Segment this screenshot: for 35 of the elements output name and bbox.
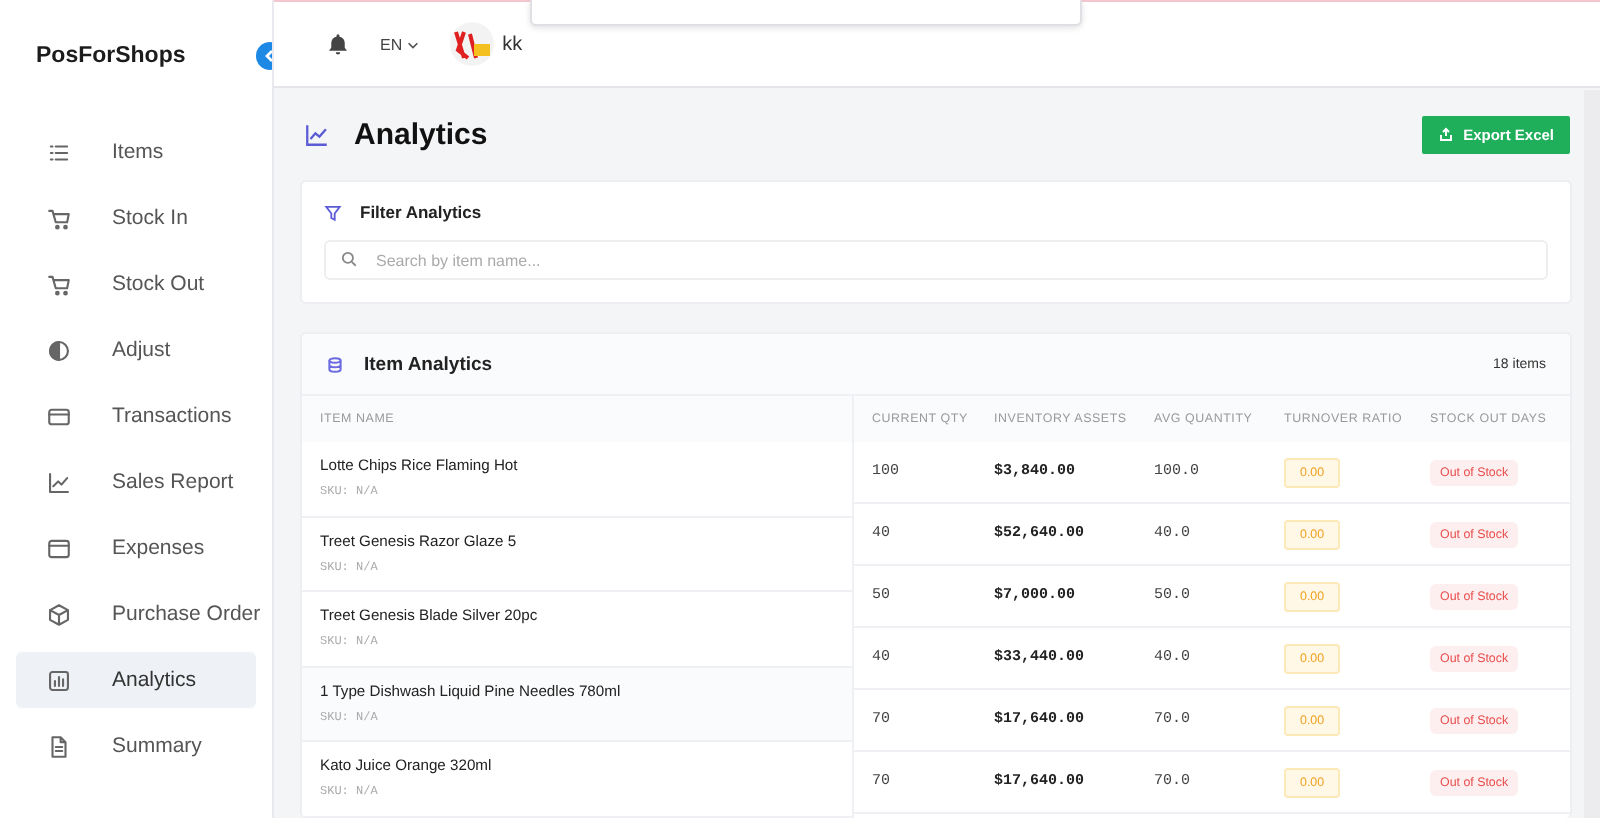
cube-icon [46, 601, 72, 627]
sidebar-item[interactable]: Items [16, 124, 256, 180]
sidebar-item[interactable]: Purchase Order [16, 586, 256, 642]
sidebar-item[interactable]: Analytics [16, 652, 256, 708]
bell-icon[interactable] [326, 32, 350, 56]
sidebar-item[interactable]: Expenses [16, 520, 256, 576]
half-circle-icon [46, 337, 72, 363]
language-selector[interactable]: EN [370, 29, 431, 59]
table-title: Item Analytics [364, 353, 493, 375]
list-icon [46, 139, 72, 165]
sidebar-item[interactable]: Adjust [16, 322, 256, 378]
database-icon [326, 355, 344, 373]
brand-name: PosForShops [36, 44, 186, 72]
filter-icon [324, 203, 342, 221]
sidebar-item[interactable]: Stock In [16, 190, 256, 246]
cart-icon [46, 271, 72, 297]
bar-chart-icon [46, 667, 72, 693]
avatar[interactable] [450, 22, 495, 66]
card-icon [46, 403, 72, 429]
sidebar-item[interactable]: Sales Report [16, 454, 256, 510]
chart-icon [304, 121, 330, 147]
filter-title: Filter Analytics [360, 202, 482, 222]
sidebar-item[interactable]: Summary [16, 718, 256, 774]
search-icon [340, 250, 358, 268]
wallet-icon [46, 535, 72, 561]
search-field[interactable]: Search by item name... [324, 240, 1548, 280]
chevron-down-icon [406, 37, 421, 51]
document-icon [46, 733, 72, 759]
sidebar-item[interactable]: Stock Out [16, 256, 256, 312]
sidebar-item[interactable]: Transactions [16, 388, 256, 444]
user-name: kk [502, 33, 523, 55]
upload-icon [1437, 126, 1454, 142]
line-chart-icon [46, 469, 72, 495]
page-title: Analytics [354, 117, 488, 151]
cart-icon [46, 205, 72, 231]
